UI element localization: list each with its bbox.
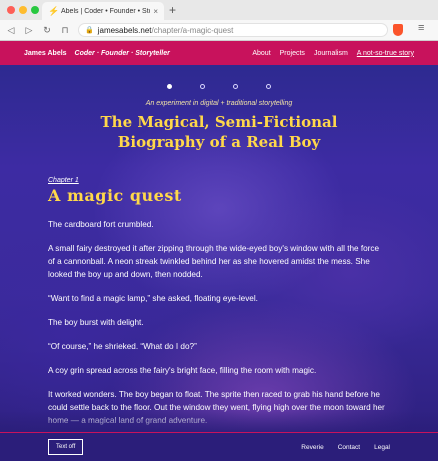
zoom-window-button[interactable]	[31, 6, 39, 14]
story-paragraph: The boy burst with delight.	[48, 318, 144, 327]
back-icon[interactable]: ◁	[4, 23, 18, 37]
story-paragraph: “Want to find a magic lamp,” she asked, …	[48, 294, 258, 303]
footer-link-contact[interactable]: Contact	[338, 444, 360, 451]
footer-link-reverie[interactable]: Reverie	[301, 444, 323, 451]
browser-toolbar: ◁ ▷ ↻ ⊓ 🔒 jamesabels.net /chapter/a-magi…	[0, 20, 438, 40]
hamburger-menu-icon[interactable]: ≡	[418, 22, 424, 34]
pager-dot-2[interactable]	[200, 84, 205, 89]
page-title: The Magical, Semi-Fictional Biography of…	[100, 113, 338, 151]
close-window-button[interactable]	[7, 6, 15, 14]
pager-dot-3[interactable]	[233, 84, 238, 89]
reload-icon[interactable]: ↻	[40, 23, 54, 37]
forward-icon[interactable]: ▷	[22, 23, 36, 37]
lightning-icon: ⚡	[48, 5, 60, 16]
site-nav: About Projects Journalism A not-so-true …	[252, 50, 414, 57]
story-paragraph: The cardboard fort crumbled.	[48, 220, 154, 229]
nav-journalism[interactable]: Journalism	[314, 50, 348, 57]
browser-chrome: ⚡ Abels | Coder • Founder • Storyt × + ◁…	[0, 0, 438, 40]
nav-about[interactable]: About	[252, 50, 270, 57]
site-footer: Text off Reverie Contact Legal	[0, 432, 438, 461]
pager-dot-1[interactable]	[167, 84, 172, 89]
chapter-pager	[0, 84, 438, 89]
chapter-label[interactable]: Chapter 1	[48, 177, 79, 184]
nav-not-so-true-story[interactable]: A not-so-true story	[357, 50, 414, 57]
tab-title: Abels | Coder • Founder • Storyt	[61, 7, 150, 15]
page-content: James Abels Coder · Founder · Storytelle…	[0, 41, 438, 461]
story-text: The cardboard fort crumbled. A small fai…	[48, 218, 388, 438]
url-path: /chapter/a-magic-quest	[151, 25, 234, 35]
browser-tab[interactable]: ⚡ Abels | Coder • Founder • Storyt ×	[42, 2, 164, 20]
address-bar[interactable]: 🔒 jamesabels.net /chapter/a-magic-quest	[78, 23, 388, 37]
minimize-window-button[interactable]	[19, 6, 27, 14]
lock-icon: 🔒	[85, 27, 94, 34]
chapter-title: A magic quest	[48, 186, 182, 205]
pager-dot-4[interactable]	[266, 84, 271, 89]
footer-link-legal[interactable]: Legal	[374, 444, 390, 451]
new-tab-button[interactable]: +	[169, 3, 176, 17]
brand-tagline: Coder · Founder · Storyteller	[74, 49, 170, 57]
nav-projects[interactable]: Projects	[280, 50, 305, 57]
story-paragraph: A small fairy destroyed it after zipping…	[48, 244, 380, 279]
story-paragraph: “Of course,” he shrieked. “What do I do?…	[48, 342, 197, 351]
tab-close-icon[interactable]: ×	[153, 7, 158, 16]
kicker-text: An experiment in digital + traditional s…	[145, 100, 293, 107]
tab-strip: ⚡ Abels | Coder • Founder • Storyt × +	[0, 0, 438, 20]
brave-shield-icon[interactable]	[393, 24, 403, 36]
bookmark-icon[interactable]: ⊓	[58, 23, 72, 37]
text-off-button[interactable]: Text off	[48, 439, 84, 455]
story-paragraph: A coy grin spread across the fairy's bri…	[48, 366, 317, 375]
url-host: jamesabels.net	[97, 25, 152, 35]
footer-links: Reverie Contact Legal	[301, 444, 390, 451]
brand-name[interactable]: James Abels	[24, 50, 67, 57]
site-header: James Abels Coder · Founder · Storytelle…	[0, 41, 438, 65]
